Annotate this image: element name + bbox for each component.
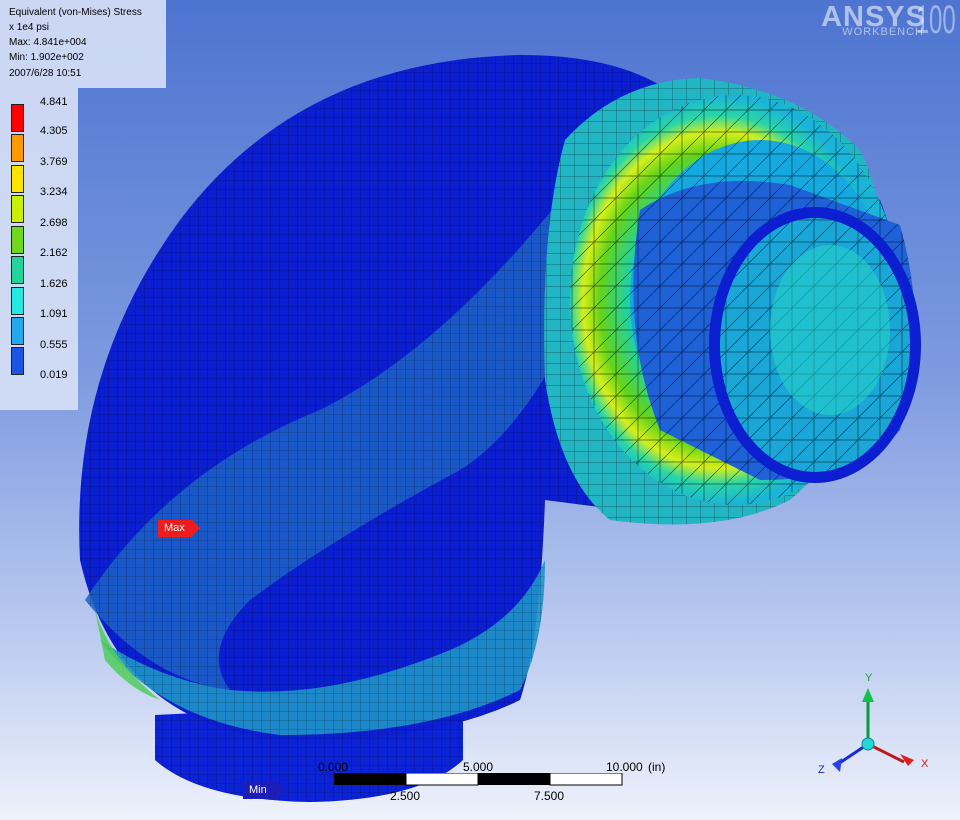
min-probe-label[interactable]: Min bbox=[243, 782, 285, 799]
legend-label: 4.305 bbox=[40, 125, 68, 137]
legend-swatch bbox=[11, 104, 24, 132]
max-probe-label[interactable]: Max bbox=[158, 520, 200, 537]
legend-swatch bbox=[11, 134, 24, 162]
scale-label: 0.000 bbox=[318, 760, 349, 774]
legend-swatch bbox=[11, 317, 24, 345]
legend-label: 4.841 bbox=[40, 96, 68, 108]
triad-y-label: Y bbox=[865, 672, 873, 684]
scale-unit: (in) bbox=[648, 760, 666, 774]
legend-label: 1.626 bbox=[40, 278, 68, 290]
legend-label: 3.769 bbox=[40, 156, 68, 168]
triad-z-label: Z bbox=[818, 764, 825, 776]
result-timestamp: 2007/6/28 10:51 bbox=[9, 68, 82, 79]
legend-label: 0.019 bbox=[40, 369, 68, 381]
legend-swatch bbox=[11, 226, 24, 254]
graphics-viewport[interactable] bbox=[0, 0, 960, 820]
legend-label: 0.555 bbox=[40, 339, 68, 351]
scale-label: 7.500 bbox=[534, 789, 565, 803]
scale-bar-graphic bbox=[334, 773, 623, 786]
scale-label: 2.500 bbox=[390, 789, 421, 803]
result-max: Max: 4.841e+004 bbox=[9, 37, 87, 48]
legend-label: 2.698 bbox=[40, 217, 68, 229]
legend-swatch bbox=[11, 347, 24, 375]
legend-label: 3.234 bbox=[40, 186, 68, 198]
legend-label: 2.162 bbox=[40, 247, 68, 259]
legend-label: 1.091 bbox=[40, 308, 68, 320]
scale-label: 5.000 bbox=[463, 760, 494, 774]
legend-swatch bbox=[11, 256, 24, 284]
outlet-tube bbox=[633, 180, 921, 483]
legend-swatch bbox=[11, 287, 24, 315]
result-info-panel: Equivalent (von-Mises) Stress x 1e4 psi … bbox=[0, 0, 166, 88]
color-legend[interactable]: 4.841 4.305 3.769 3.234 2.698 2.162 1.62… bbox=[0, 88, 78, 410]
result-min: Min: 1.902e+002 bbox=[9, 52, 84, 63]
triad-x-label: X bbox=[921, 758, 929, 770]
legend-swatch bbox=[11, 165, 24, 193]
result-units: x 1e4 psi bbox=[9, 22, 50, 33]
legend-swatch bbox=[11, 195, 24, 223]
scale-label: 10.000 bbox=[606, 760, 643, 774]
result-title: Equivalent (von-Mises) Stress bbox=[9, 7, 142, 18]
brand-sub: WORKBENCH bbox=[842, 26, 924, 38]
